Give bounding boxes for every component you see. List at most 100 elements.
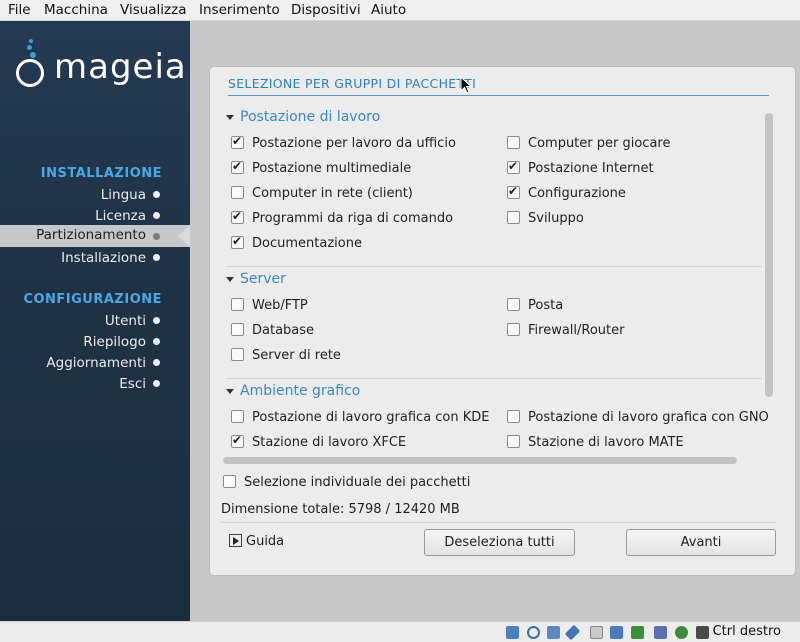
checkbox-item[interactable]: Postazione multimediale bbox=[231, 159, 411, 181]
shared-folder-icon[interactable] bbox=[590, 626, 603, 639]
step-lingua: Lingua bbox=[100, 187, 146, 203]
expand-arrow-icon bbox=[226, 388, 234, 394]
cd-icon[interactable] bbox=[527, 626, 540, 639]
mouse-integration-icon[interactable] bbox=[696, 626, 709, 639]
step-riepilogo: Riepilogo bbox=[83, 334, 146, 350]
checkbox-item[interactable]: Programmi da riga di comando bbox=[231, 209, 453, 231]
checkbox-item[interactable]: Postazione di lavoro grafica con GNO bbox=[507, 410, 769, 430]
menu-bar: File Macchina Visualizza Inserimento Dis… bbox=[0, 0, 800, 21]
installer-sidebar: mageia INSTALLAZIONE Lingua Licenza Part… bbox=[0, 21, 190, 621]
checkbox[interactable] bbox=[231, 323, 244, 336]
logo-text: mageia bbox=[54, 47, 187, 87]
checkbox-item[interactable]: Computer in rete (client) bbox=[231, 186, 413, 206]
total-size-label: Dimensione totale: 5798 / 12420 MB bbox=[221, 502, 460, 517]
checkbox[interactable] bbox=[231, 234, 244, 249]
step-dot bbox=[153, 338, 160, 345]
step-dot bbox=[153, 317, 160, 324]
group-header-postazione[interactable]: Postazione di lavoro bbox=[226, 109, 380, 129]
cpu-icon[interactable] bbox=[654, 626, 667, 639]
checkbox-item[interactable]: Posta bbox=[507, 298, 563, 318]
help-play-icon bbox=[229, 534, 242, 547]
checkbox[interactable] bbox=[507, 159, 520, 174]
checkbox[interactable] bbox=[507, 298, 520, 311]
expand-arrow-icon bbox=[226, 276, 234, 282]
mageia-logo: mageia bbox=[16, 39, 186, 91]
menu-macchina[interactable]: Macchina bbox=[44, 2, 108, 18]
video-capture-icon[interactable] bbox=[631, 626, 644, 639]
checkbox[interactable] bbox=[231, 348, 244, 361]
checkbox[interactable] bbox=[507, 136, 520, 149]
checkbox-item[interactable]: Postazione per lavoro da ufficio bbox=[231, 134, 456, 156]
individual-selection-checkbox[interactable]: Selezione individuale dei pacchetti bbox=[223, 475, 470, 490]
menu-dispositivi[interactable]: Dispositivi bbox=[291, 2, 361, 18]
checkbox[interactable] bbox=[507, 435, 520, 448]
step-partizionamento: Partizionamento bbox=[36, 227, 146, 243]
step-dot bbox=[153, 380, 160, 387]
checkbox-item[interactable]: Documentazione bbox=[231, 234, 362, 256]
menu-file[interactable]: File bbox=[8, 2, 31, 18]
group-header-ambiente-grafico[interactable]: Ambiente grafico bbox=[226, 383, 360, 403]
bottom-divider bbox=[221, 522, 776, 523]
host-key-label: Ctrl destro bbox=[712, 624, 781, 639]
group-divider bbox=[226, 378, 762, 379]
checkbox[interactable] bbox=[231, 134, 244, 149]
group-header-server[interactable]: Server bbox=[226, 271, 286, 291]
menu-aiuto[interactable]: Aiuto bbox=[371, 2, 406, 18]
usb-icon[interactable] bbox=[547, 626, 560, 639]
step-installazione: Installazione bbox=[61, 250, 146, 266]
step-dot bbox=[153, 254, 160, 261]
expand-arrow-icon bbox=[226, 114, 234, 120]
checkbox-item[interactable]: Postazione di lavoro grafica con KDE bbox=[231, 410, 490, 430]
checkbox[interactable] bbox=[231, 159, 244, 174]
step-utenti: Utenti bbox=[104, 313, 146, 329]
checkbox[interactable] bbox=[507, 184, 520, 199]
network-icon[interactable] bbox=[564, 624, 581, 641]
menu-inserimento[interactable]: Inserimento bbox=[199, 2, 280, 18]
group-divider bbox=[226, 266, 762, 267]
title-divider bbox=[228, 95, 769, 96]
step-aggiornamenti: Aggiornamenti bbox=[46, 355, 146, 371]
vm-status-bar: Ctrl destro bbox=[0, 621, 800, 642]
display-icon[interactable] bbox=[610, 626, 623, 639]
help-button[interactable]: Guida bbox=[229, 534, 284, 549]
section-installazione: INSTALLAZIONE bbox=[40, 166, 162, 181]
checkbox[interactable] bbox=[223, 475, 236, 488]
step-dot bbox=[153, 359, 160, 366]
checkbox-item[interactable]: Configurazione bbox=[507, 184, 626, 206]
active-step-highlight: Partizionamento bbox=[0, 225, 190, 247]
step-dot bbox=[153, 212, 160, 219]
checkbox[interactable] bbox=[231, 186, 244, 199]
section-configurazione: CONFIGURAZIONE bbox=[23, 292, 162, 307]
checkbox-item[interactable]: Stazione di lavoro XFCE bbox=[231, 433, 406, 452]
checkbox-item[interactable]: Database bbox=[231, 323, 314, 343]
checkbox[interactable] bbox=[231, 433, 244, 448]
deselect-all-button[interactable]: Deseleziona tutti bbox=[424, 529, 575, 556]
checkbox-item[interactable]: Computer per giocare bbox=[507, 136, 670, 156]
mouse-cursor-icon bbox=[460, 76, 472, 94]
step-dot bbox=[153, 191, 160, 198]
hdd-icon[interactable] bbox=[506, 626, 519, 639]
checkbox-item[interactable]: Server di rete bbox=[231, 348, 341, 368]
checkbox-item[interactable]: Sviluppo bbox=[507, 211, 584, 231]
checkbox-item[interactable]: Stazione di lavoro MATE bbox=[507, 435, 684, 452]
arrow-icon[interactable] bbox=[675, 626, 688, 639]
checkbox[interactable] bbox=[231, 298, 244, 311]
checkbox[interactable] bbox=[507, 410, 520, 423]
step-dot bbox=[153, 233, 160, 240]
next-button[interactable]: Avanti bbox=[626, 529, 776, 556]
checkbox[interactable] bbox=[507, 211, 520, 224]
checkbox-item[interactable]: Firewall/Router bbox=[507, 323, 624, 343]
checkbox[interactable] bbox=[231, 410, 244, 423]
checkbox-item[interactable]: Web/FTP bbox=[231, 298, 308, 318]
step-licenza: Licenza bbox=[95, 208, 146, 224]
package-groups-panel: SELEZIONE PER GRUPPI DI PACCHETTI Postaz… bbox=[209, 66, 796, 576]
page-title: SELEZIONE PER GRUPPI DI PACCHETTI bbox=[228, 76, 477, 91]
checkbox[interactable] bbox=[231, 209, 244, 224]
step-esci: Esci bbox=[119, 376, 146, 392]
menu-visualizza[interactable]: Visualizza bbox=[120, 2, 187, 18]
checkbox[interactable] bbox=[507, 323, 520, 336]
vertical-scrollbar[interactable] bbox=[765, 113, 773, 397]
package-group-list[interactable]: Postazione di lavoro Postazione per lavo… bbox=[220, 109, 776, 452]
horizontal-scrollbar[interactable] bbox=[223, 457, 737, 464]
checkbox-item[interactable]: Postazione Internet bbox=[507, 159, 654, 181]
